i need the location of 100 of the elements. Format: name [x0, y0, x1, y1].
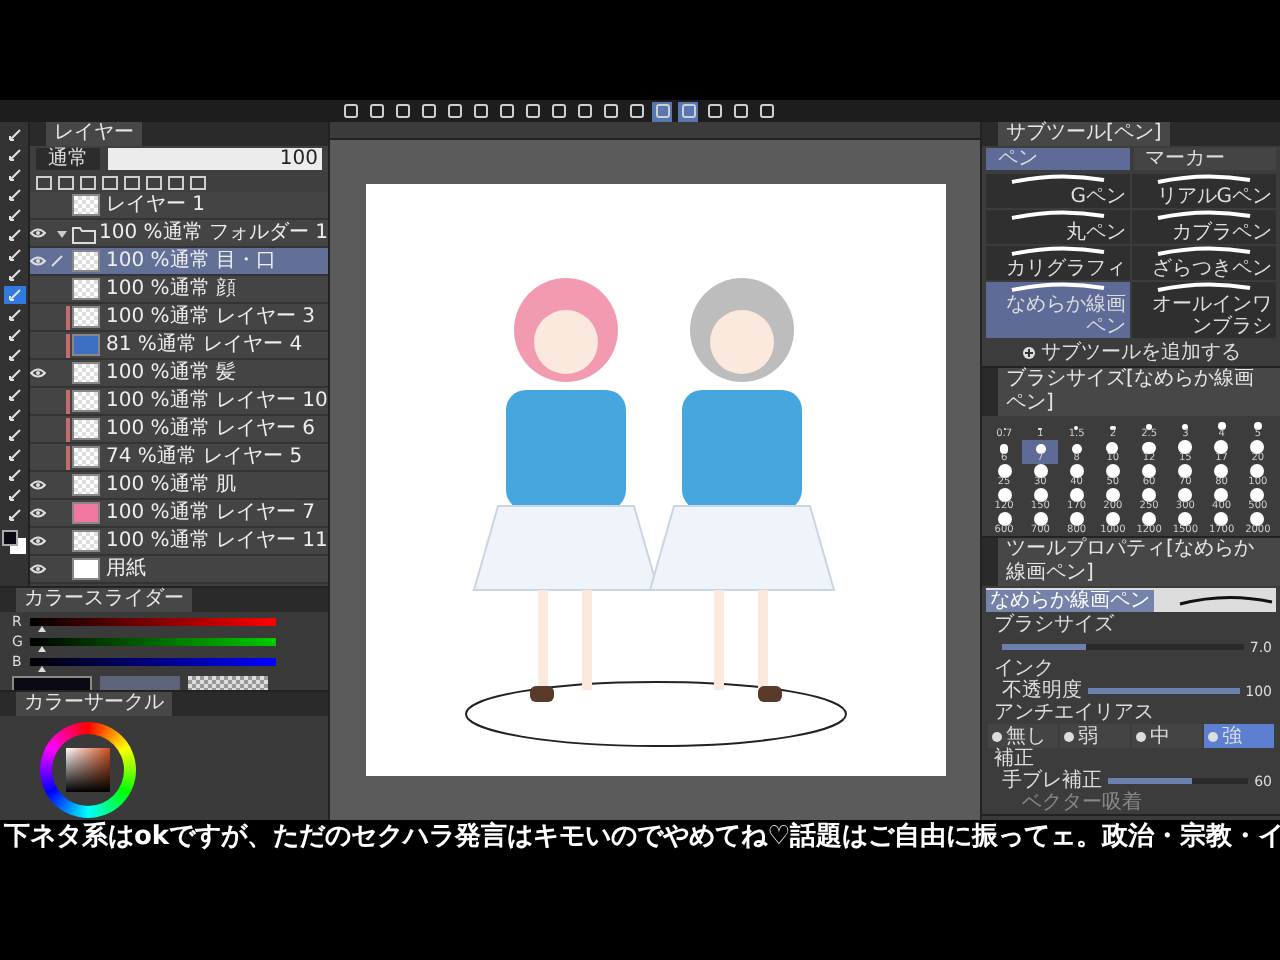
brush-preset[interactable]: カリグラフィ: [986, 246, 1130, 280]
layer-row[interactable]: 用紙: [30, 556, 328, 584]
brush-preset[interactable]: リアルGペン: [1132, 174, 1276, 208]
toolbar-button[interactable]: [678, 101, 698, 121]
tool-button[interactable]: [3, 206, 25, 224]
color-channel-slider[interactable]: [30, 658, 276, 666]
layer-row[interactable]: 100 %通常 レイヤー 10: [30, 388, 328, 416]
tool-button[interactable]: [3, 466, 25, 484]
subtool-group-tab[interactable]: マーカー: [1133, 148, 1276, 170]
tool-button[interactable]: [3, 226, 25, 244]
antialias-option[interactable]: 弱: [1060, 724, 1130, 748]
blend-mode-dropdown[interactable]: 通常: [36, 148, 100, 170]
layer-row[interactable]: 100 %通常 レイヤー 7: [30, 500, 328, 528]
tool-button[interactable]: [3, 506, 25, 524]
toolbar-button[interactable]: [652, 101, 672, 121]
layer-row[interactable]: 100 %通常 肌: [30, 472, 328, 500]
subtool-group-tab[interactable]: ペン: [986, 148, 1129, 170]
tool-button[interactable]: [3, 346, 25, 364]
brush-size-panel-tab[interactable]: ブラシサイズ[なめらか線画ペン]: [998, 368, 1280, 416]
slider-track[interactable]: [1002, 644, 1244, 650]
tool-button[interactable]: [3, 446, 25, 464]
slider-track[interactable]: [1108, 778, 1249, 784]
toolbar-button[interactable]: [340, 101, 360, 121]
color-wheel[interactable]: [40, 722, 136, 818]
brush-preset[interactable]: カブラペン: [1132, 210, 1276, 244]
property-label: アンチエイリアス: [992, 702, 1156, 724]
pen-icon: [7, 488, 21, 502]
layer-row[interactable]: 81 %通常 レイヤー 4: [30, 332, 328, 360]
layer-row[interactable]: 100 %通常 目・口: [30, 248, 328, 276]
tool-button[interactable]: [3, 146, 25, 164]
subtool-panel-tab[interactable]: サブツール[ペン]: [998, 122, 1170, 146]
layer-name: 100 %通常 レイヤー 6: [106, 416, 315, 442]
brush-preset[interactable]: ざらつきペン: [1132, 246, 1276, 280]
layer-name: 100 %通常 レイヤー 10: [106, 388, 328, 414]
brush-preset[interactable]: Gペン: [986, 174, 1130, 208]
layer-name: 100 %通常 顔: [106, 276, 236, 302]
pen-icon: [7, 248, 21, 262]
brush-preset[interactable]: 丸ペン: [986, 210, 1130, 244]
toolbar-button[interactable]: [366, 101, 386, 121]
tool-button[interactable]: [3, 306, 25, 324]
toolbar-button[interactable]: [470, 101, 490, 121]
tool-button[interactable]: [3, 186, 25, 204]
layer-name: レイヤー 1: [106, 192, 206, 218]
opacity-slider[interactable]: 100: [108, 148, 322, 170]
toolbar-button[interactable]: [522, 101, 542, 121]
toolbar-button[interactable]: [756, 101, 776, 121]
layer-thumbnail: [72, 446, 100, 468]
antialias-option[interactable]: 無し: [988, 724, 1058, 748]
tool-button[interactable]: [3, 246, 25, 264]
tool-property-panel-tab[interactable]: ツールプロパティ[なめらか線画ペン]: [998, 538, 1280, 586]
toolbar-button[interactable]: [496, 101, 516, 121]
layer-name: 100 %通常 肌: [106, 472, 236, 498]
main-color-swatch[interactable]: [2, 530, 18, 546]
brush-preset[interactable]: オールインワンブラシ: [1132, 282, 1276, 338]
brush-preset[interactable]: なめらか線画ペン: [986, 282, 1130, 338]
color-circle-tab[interactable]: カラーサークル: [16, 692, 172, 716]
tool-button[interactable]: [3, 486, 25, 504]
tool-button[interactable]: [3, 166, 25, 184]
layer-thumbnail: [72, 334, 100, 356]
tool-button[interactable]: [3, 366, 25, 384]
tool-button[interactable]: [3, 266, 25, 284]
color-slider-tab[interactable]: カラースライダー: [16, 588, 192, 612]
stroke-preview: [1008, 282, 1108, 294]
tool-button[interactable]: [3, 426, 25, 444]
brush-name: 丸ペン: [1066, 222, 1126, 244]
stroke-preview: [1008, 210, 1108, 222]
tool-button[interactable]: [3, 326, 25, 344]
toolbar-button[interactable]: [730, 101, 750, 121]
toolbar-button[interactable]: [574, 101, 594, 121]
tool-button[interactable]: [3, 126, 25, 144]
toolbar-button[interactable]: [600, 101, 620, 121]
layer-row[interactable]: 100 %通常 レイヤー 3: [30, 304, 328, 332]
pen-icon: [7, 128, 21, 142]
toolbar-button[interactable]: [548, 101, 568, 121]
toolbar-button[interactable]: [418, 101, 438, 121]
toolbar-button[interactable]: [626, 101, 646, 121]
color-channel-slider[interactable]: [30, 638, 276, 646]
antialias-option[interactable]: 中: [1132, 724, 1202, 748]
tool-button[interactable]: [3, 286, 25, 304]
layer-row[interactable]: レイヤー 1: [30, 192, 328, 220]
slider-track[interactable]: [1088, 688, 1240, 694]
property-label: ブラシサイズ: [992, 614, 1116, 636]
tool-button[interactable]: [3, 406, 25, 424]
layer-panel-tab[interactable]: レイヤー: [46, 122, 142, 146]
layer-row[interactable]: 100 %通常 レイヤー 6: [30, 416, 328, 444]
brush-name: Gペン: [1070, 186, 1126, 208]
color-channel-slider[interactable]: [30, 618, 276, 626]
brush-name: リアルGペン: [1156, 186, 1272, 208]
layer-row[interactable]: 100 %通常 顔: [30, 276, 328, 304]
pen-icon: [7, 428, 21, 442]
toolbar-button[interactable]: [704, 101, 724, 121]
pencil-icon: [49, 254, 63, 268]
add-subtool-button[interactable]: サブツールを追加する: [982, 340, 1280, 366]
layer-row[interactable]: 74 %通常 レイヤー 5: [30, 444, 328, 472]
toolbar-button[interactable]: [444, 101, 464, 121]
toolbar-button[interactable]: [392, 101, 412, 121]
layer-row[interactable]: 100 %通常 フォルダー 1: [30, 220, 328, 248]
layer-row[interactable]: 100 %通常 髪: [30, 360, 328, 388]
layer-row[interactable]: 100 %通常 レイヤー 11: [30, 528, 328, 556]
tool-button[interactable]: [3, 386, 25, 404]
